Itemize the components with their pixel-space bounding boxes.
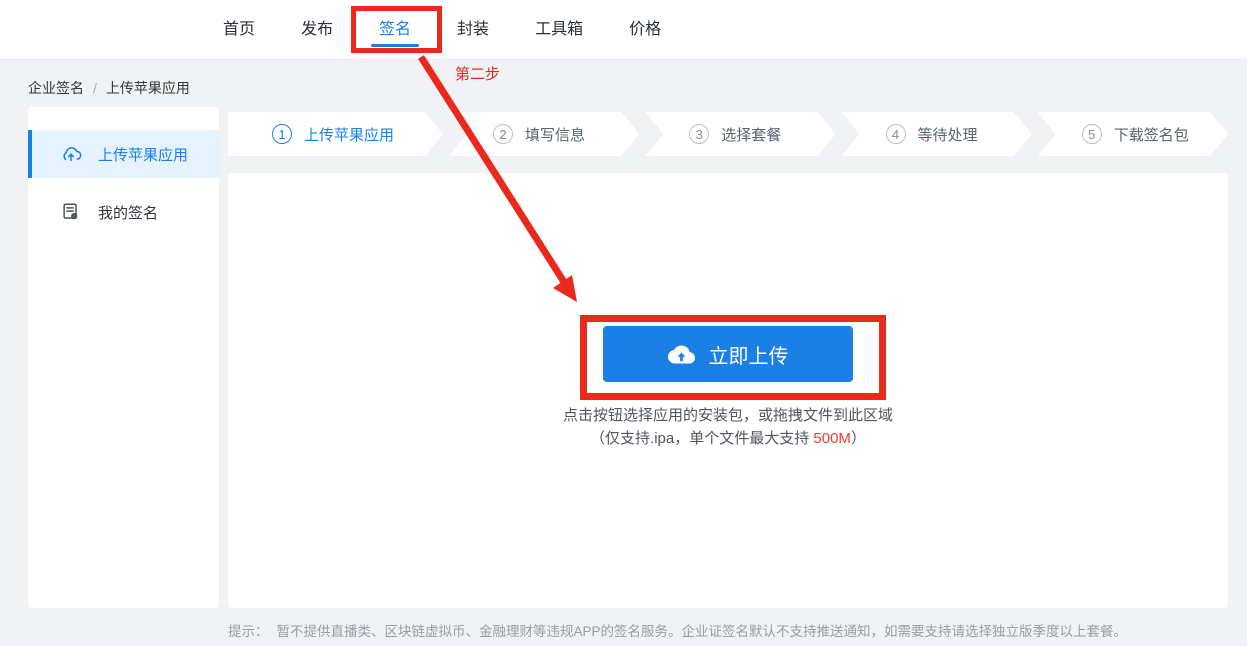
upload-hint-line1: 点击按钮选择应用的安装包，或拖拽文件到此区域	[562, 407, 893, 424]
upload-panel[interactable]: 立即上传 点击按钮选择应用的安装包，或拖拽文件到此区域 （仅支持.ipa，单个文…	[228, 173, 1228, 608]
signature-doc-icon	[63, 203, 78, 220]
sidebar-item-label: 上传苹果应用	[98, 146, 189, 164]
step-label: 下载签名包	[1113, 126, 1189, 144]
step-wizard: 1 上传苹果应用 2 填写信息 3 选择套餐 4 等待处理 5 下载签名包	[228, 112, 1228, 156]
step-2-fill-info: 2 填写信息	[449, 112, 639, 156]
top-header: 首页 发布 签名 封装 工具箱 价格	[0, 0, 1247, 60]
step-5-download-package: 5 下载签名包	[1038, 112, 1228, 156]
step-1-upload-app: 1 上传苹果应用	[228, 112, 443, 156]
nav-item-price[interactable]: 价格	[629, 0, 661, 60]
footer-tip: 提示： 暂不提供直播类、区块链虚拟币、金融理财等违规APP的签名服务。企业证签名默…	[228, 620, 1228, 640]
upload-hint-line2: （仅支持.ipa，单个文件最大支持 500M）	[590, 430, 866, 447]
upload-button-label: 立即上传	[708, 345, 789, 368]
footer-tip-prefix: 提示：	[228, 624, 269, 639]
nav-item-package[interactable]: 封装	[457, 0, 489, 60]
breadcrumb-item-upload-app: 上传苹果应用	[105, 80, 190, 96]
sidebar-item-label: 我的签名	[98, 204, 159, 222]
step-3-choose-plan: 3 选择套餐	[645, 112, 835, 156]
step-number: 4	[886, 124, 906, 144]
sidebar: 上传苹果应用 我的签名	[28, 107, 219, 608]
upload-now-button[interactable]: 立即上传	[603, 326, 853, 382]
breadcrumb: 企业签名 / 上传苹果应用	[28, 78, 190, 98]
step-label: 上传苹果应用	[304, 126, 395, 144]
footer-tip-text: 暂不提供直播类、区块链虚拟币、金融理财等违规APP的签名服务。企业证签名默认不支…	[276, 624, 1128, 639]
step-label: 填写信息	[525, 126, 586, 144]
upload-cloud-icon	[63, 147, 82, 162]
breadcrumb-item-enterprise-sign[interactable]: 企业签名	[28, 78, 84, 98]
nav-item-sign[interactable]: 签名	[379, 0, 411, 60]
nav-item-home[interactable]: 首页	[223, 0, 255, 60]
step-number: 2	[493, 124, 513, 144]
step-number: 3	[689, 124, 709, 144]
step-number: 1	[272, 124, 292, 144]
main-nav: 首页 发布 签名 封装 工具箱 价格	[223, 0, 661, 60]
sidebar-item-upload-apple-app[interactable]: 上传苹果应用	[28, 130, 219, 178]
step-label: 等待处理	[917, 126, 978, 144]
nav-item-toolbox[interactable]: 工具箱	[535, 0, 583, 60]
max-size-value: 500M	[813, 430, 851, 447]
step-label: 选择套餐	[721, 126, 782, 144]
step-4-wait-processing: 4 等待处理	[842, 112, 1032, 156]
sidebar-item-my-signatures[interactable]: 我的签名	[28, 188, 219, 236]
upload-cloud-icon	[667, 345, 695, 363]
breadcrumb-separator: /	[93, 80, 97, 96]
upload-hints: 点击按钮选择应用的安装包，或拖拽文件到此区域 （仅支持.ipa，单个文件最大支持…	[228, 404, 1228, 450]
nav-item-publish[interactable]: 发布	[301, 0, 333, 60]
step-number: 5	[1082, 124, 1102, 144]
